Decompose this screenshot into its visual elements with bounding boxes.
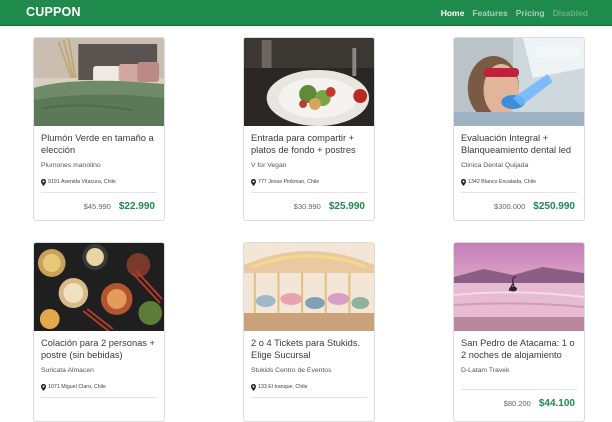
deals-grid: Plumón Verde en tamaño a elección Plumon… — [0, 26, 612, 422]
price-row: $30.990 $25.990 — [251, 193, 367, 220]
deal-card[interactable]: Plumón Verde en tamaño a elección Plumon… — [33, 37, 165, 221]
deal-card[interactable]: Evaluación Integral + Blanqueamiento den… — [453, 37, 585, 221]
nav-links: Home Features Pricing Disabled — [441, 8, 588, 18]
deal-title[interactable]: Entrada para compartir + platos de fondo… — [251, 133, 367, 156]
old-price: $30.990 — [293, 202, 321, 211]
deal-title[interactable]: Evaluación Integral + Blanqueamiento den… — [461, 133, 577, 156]
deal-card[interactable]: San Pedro de Atacama: 1 o 2 noches de al… — [453, 242, 585, 422]
price-row: $300.000 $250.990 — [461, 193, 577, 220]
nav-home[interactable]: Home — [441, 8, 465, 18]
deal-title[interactable]: 2 o 4 Tickets para Stukids. Elige Sucurs… — [251, 338, 367, 361]
deal-title[interactable]: Plumón Verde en tamaño a elección — [41, 133, 157, 156]
nav-disabled: Disabled — [552, 8, 588, 18]
address: 777 Jesse Pinkman, Chile — [251, 178, 367, 186]
map-pin-icon — [251, 383, 256, 391]
address-text: 9191 Avenida Vitacura, Chile — [48, 179, 116, 185]
address-text: 1071 Miguel Claro, Chile — [48, 384, 107, 390]
navbar: CUPPON Home Features Pricing Disabled — [0, 0, 612, 26]
address: 9191 Avenida Vitacura, Chile — [41, 178, 157, 186]
deal-price: $22.990 — [118, 201, 155, 212]
map-pin-icon — [41, 178, 46, 186]
merchant-name: D-Latam Travek — [461, 367, 510, 374]
bedroom-pillows-image[interactable] — [34, 38, 164, 126]
nav-features[interactable]: Features — [472, 8, 507, 18]
deal-price: $250.990 — [533, 201, 575, 212]
map-pin-icon — [41, 383, 46, 391]
deal-price: $25.990 — [328, 201, 365, 212]
merchant-name: Clinica Dental Quijada — [461, 162, 529, 169]
merchant-name: Plumones manolino — [41, 162, 101, 169]
deal-price: $44.100 — [538, 398, 575, 409]
deal-title[interactable]: San Pedro de Atacama: 1 o 2 noches de al… — [461, 338, 577, 361]
flamingo-lake-image[interactable] — [454, 243, 584, 331]
address-text: 133 El tranque, Chile — [258, 384, 308, 390]
map-pin-icon — [251, 178, 256, 186]
price-row — [251, 398, 367, 414]
map-pin-icon — [461, 178, 466, 186]
merchant-name: V for Vegan — [251, 162, 287, 169]
deal-card[interactable]: 2 o 4 Tickets para Stukids. Elige Sucurs… — [243, 242, 375, 422]
address: 1071 Miguel Claro, Chile — [41, 383, 157, 391]
old-price: $45.990 — [83, 202, 111, 211]
address: 133 El tranque, Chile — [251, 383, 367, 391]
salad-dish-image[interactable] — [244, 38, 374, 126]
merchant-name: Suricata Almacen — [41, 367, 94, 374]
deal-title[interactable]: Colación para 2 personas + postre (sin b… — [41, 338, 157, 361]
brand-logo[interactable]: CUPPON — [26, 5, 81, 19]
dental-whitening-image[interactable] — [454, 38, 584, 126]
price-row: $45.990 $22.990 — [41, 193, 157, 220]
nav-pricing[interactable]: Pricing — [516, 8, 545, 18]
price-row: $80.200 $44.100 — [461, 390, 577, 417]
address-text: 1342 Blanco Encalada, Chile — [468, 179, 537, 185]
address: 1342 Blanco Encalada, Chile — [461, 178, 577, 186]
old-price: $300.000 — [493, 202, 526, 211]
deal-card[interactable]: Entrada para compartir + platos de fondo… — [243, 37, 375, 221]
deal-card[interactable]: Colación para 2 personas + postre (sin b… — [33, 242, 165, 422]
address-text: 777 Jesse Pinkman, Chile — [258, 179, 320, 185]
old-price: $80.200 — [503, 399, 531, 408]
carousel-image[interactable] — [244, 243, 374, 331]
asian-food-bowls-image[interactable] — [34, 243, 164, 331]
merchant-name: Stukids Centro de Eventos — [251, 367, 332, 374]
price-row — [41, 398, 157, 414]
